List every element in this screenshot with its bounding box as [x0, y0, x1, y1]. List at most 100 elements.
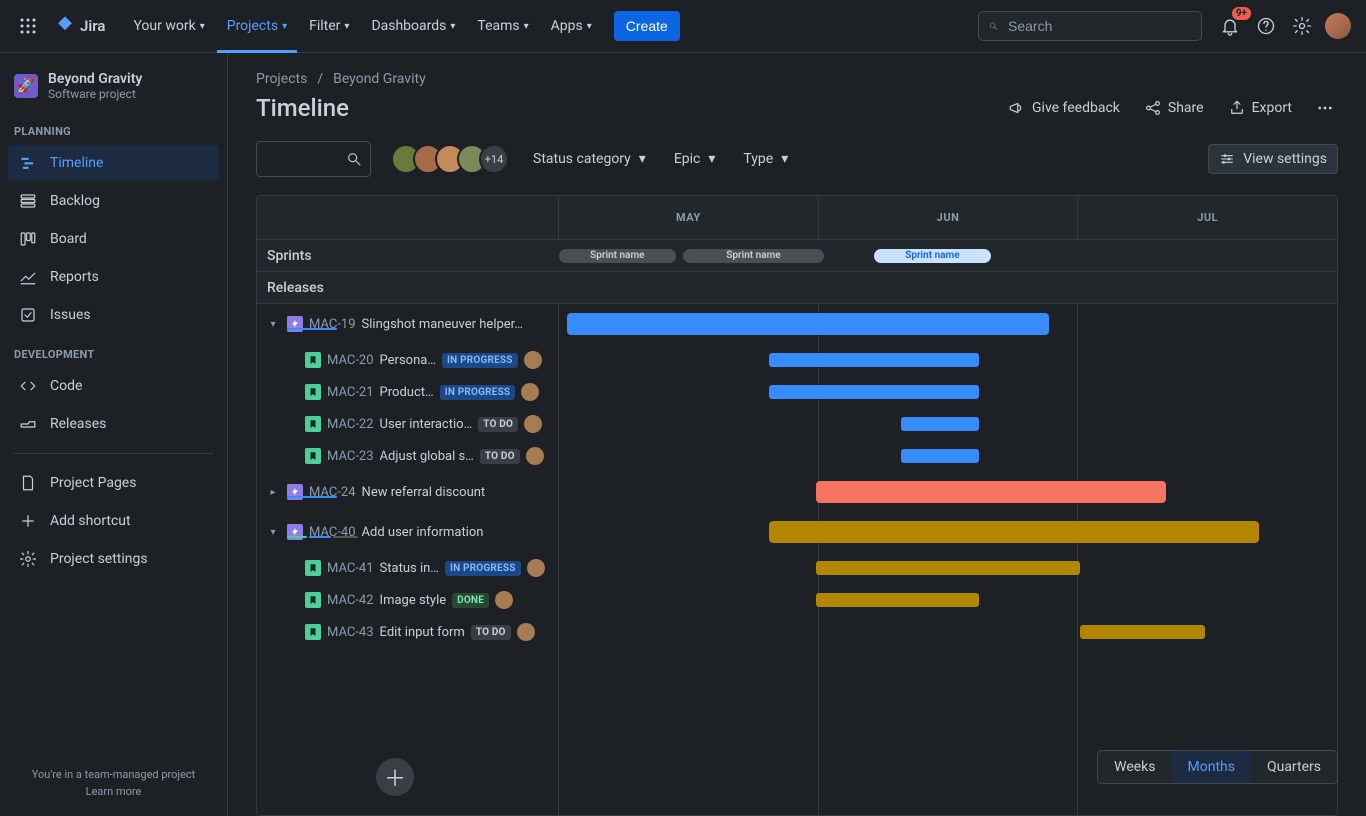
timeline-bar[interactable]	[816, 481, 1166, 503]
avatar-more[interactable]: +14	[479, 144, 509, 174]
nav-your-work[interactable]: Your work▾	[123, 0, 214, 53]
sidebar-item-issues[interactable]: Issues	[8, 297, 219, 333]
sprint-pill[interactable]: Sprint name	[683, 249, 823, 263]
breadcrumb: Projects / Beyond Gravity	[256, 71, 1338, 87]
settings-icon[interactable]	[1286, 10, 1318, 42]
notifications-icon[interactable]: 9+	[1214, 10, 1246, 42]
issue-key[interactable]: MAC-43	[327, 625, 374, 640]
app-switcher-icon[interactable]	[12, 10, 44, 42]
timeline-bar[interactable]	[816, 593, 979, 607]
learn-more-link[interactable]: Learn more	[10, 785, 217, 798]
project-header[interactable]: 🚀 Beyond Gravity Software project	[0, 61, 227, 111]
sprint-pill[interactable]: Sprint name	[559, 249, 676, 263]
filter-type[interactable]: Type▾	[739, 145, 792, 173]
sidebar-item-releases[interactable]: Releases	[8, 406, 219, 442]
assignee-avatar[interactable]	[495, 591, 513, 609]
timeline-bar[interactable]	[901, 417, 979, 431]
issue-summary: Edit input form	[380, 625, 465, 640]
add-fab[interactable]: ＋	[376, 758, 414, 796]
nav-apps[interactable]: Apps▾	[541, 0, 602, 53]
chevron-down-icon: ▾	[587, 21, 592, 32]
sidebar-item-pages[interactable]: Project Pages	[8, 465, 219, 501]
epic-row[interactable]: ▾MAC-40Add user information	[257, 512, 1337, 552]
issue-key[interactable]: MAC-41	[327, 561, 374, 576]
sidebar-item-code[interactable]: Code	[8, 368, 219, 404]
global-search[interactable]	[978, 11, 1202, 41]
timeline-icon	[18, 153, 38, 173]
assignee-avatar[interactable]	[524, 415, 542, 433]
timeline-bar[interactable]	[1080, 625, 1204, 639]
assignee-avatar[interactable]	[524, 351, 542, 369]
expand-icon[interactable]: ▸	[265, 484, 281, 500]
profile-avatar[interactable]	[1322, 10, 1354, 42]
expand-icon[interactable]: ▾	[265, 316, 281, 332]
give-feedback-button[interactable]: Give feedback	[1004, 93, 1124, 123]
story-row[interactable]: MAC-22User interactio…TO DO	[257, 408, 1337, 440]
chevron-down-icon: ▾	[524, 21, 529, 32]
nav-dashboards[interactable]: Dashboards▾	[361, 0, 465, 53]
jira-logo[interactable]: Jira	[48, 15, 111, 37]
timeline-bar[interactable]	[769, 385, 979, 399]
nav-teams[interactable]: Teams▾	[467, 0, 538, 53]
help-icon[interactable]	[1250, 10, 1282, 42]
timeline-bar[interactable]	[901, 449, 979, 463]
sidebar-footer: You're in a team-managed project Learn m…	[0, 758, 227, 808]
share-icon	[1144, 99, 1162, 117]
assignee-avatar[interactable]	[527, 559, 545, 577]
sidebar-item-board[interactable]: Board	[8, 221, 219, 257]
assignee-avatar[interactable]	[526, 447, 544, 465]
story-row[interactable]: MAC-43Edit input formTO DO	[257, 616, 1337, 648]
sidebar-item-reports[interactable]: Reports	[8, 259, 219, 295]
issue-key[interactable]: MAC-42	[327, 593, 374, 608]
story-row[interactable]: MAC-21Product…IN PROGRESS	[257, 376, 1337, 408]
story-row[interactable]: MAC-41Status in…IN PROGRESS	[257, 552, 1337, 584]
chevron-down-icon: ▾	[708, 151, 715, 167]
export-button[interactable]: Export	[1224, 93, 1296, 123]
crumb-project[interactable]: Beyond Gravity	[333, 71, 426, 87]
sprints-label: Sprints	[257, 248, 559, 264]
megaphone-icon	[1008, 99, 1026, 117]
assignee-avatar[interactable]	[521, 383, 539, 401]
sidebar-item-timeline[interactable]: Timeline	[8, 145, 219, 181]
timeline-bar[interactable]	[816, 561, 1081, 575]
zoom-quarters[interactable]: Quarters	[1251, 751, 1337, 783]
epic-row[interactable]: ▸MAC-24New referral discount	[257, 472, 1337, 512]
timeline-bar[interactable]	[567, 313, 1049, 335]
issue-key[interactable]: MAC-22	[327, 417, 374, 432]
sprint-pill[interactable]: Sprint name	[874, 249, 991, 263]
assignee-filter-avatars[interactable]: +14	[391, 144, 509, 174]
zoom-months[interactable]: Months	[1172, 751, 1251, 783]
sidebar-item-settings[interactable]: Project settings	[8, 541, 219, 577]
epic-row[interactable]: ▾MAC-19Slingshot maneuver helper…	[257, 304, 1337, 344]
timeline-bar[interactable]	[769, 353, 979, 367]
timeline-bar[interactable]	[769, 521, 1259, 543]
issue-key[interactable]: MAC-21	[327, 385, 374, 400]
reports-icon	[18, 267, 38, 287]
crumb-projects[interactable]: Projects	[256, 71, 307, 87]
progress-bar	[287, 536, 549, 538]
expand-icon[interactable]: ▾	[265, 524, 281, 540]
month-header: JUL	[1078, 196, 1337, 239]
create-button[interactable]: Create	[614, 11, 680, 41]
more-actions-button[interactable]	[1312, 93, 1338, 123]
issue-summary: Persona…	[380, 353, 437, 368]
logo-text: Jira	[80, 17, 105, 35]
filter-epic[interactable]: Epic▾	[670, 145, 720, 173]
assignee-avatar[interactable]	[517, 623, 535, 641]
issue-key[interactable]: MAC-20	[327, 353, 374, 368]
nav-projects[interactable]: Projects▾	[217, 0, 297, 53]
timeline-search[interactable]	[256, 141, 371, 177]
search-input[interactable]	[1006, 17, 1191, 35]
story-row[interactable]: MAC-20Persona…IN PROGRESS	[257, 344, 1337, 376]
sidebar-item-backlog[interactable]: Backlog	[8, 183, 219, 219]
share-button[interactable]: Share	[1140, 93, 1208, 123]
sidebar-item-shortcut[interactable]: Add shortcut	[8, 503, 219, 539]
zoom-weeks[interactable]: Weeks	[1098, 751, 1171, 783]
more-icon	[1316, 99, 1334, 117]
story-row[interactable]: MAC-23Adjust global s…TO DO	[257, 440, 1337, 472]
view-settings-button[interactable]: View settings	[1208, 144, 1338, 174]
nav-filter[interactable]: Filter▾	[299, 0, 359, 53]
issue-key[interactable]: MAC-23	[327, 449, 374, 464]
filter-status-category[interactable]: Status category▾	[529, 145, 650, 173]
story-row[interactable]: MAC-42Image styleDONE	[257, 584, 1337, 616]
